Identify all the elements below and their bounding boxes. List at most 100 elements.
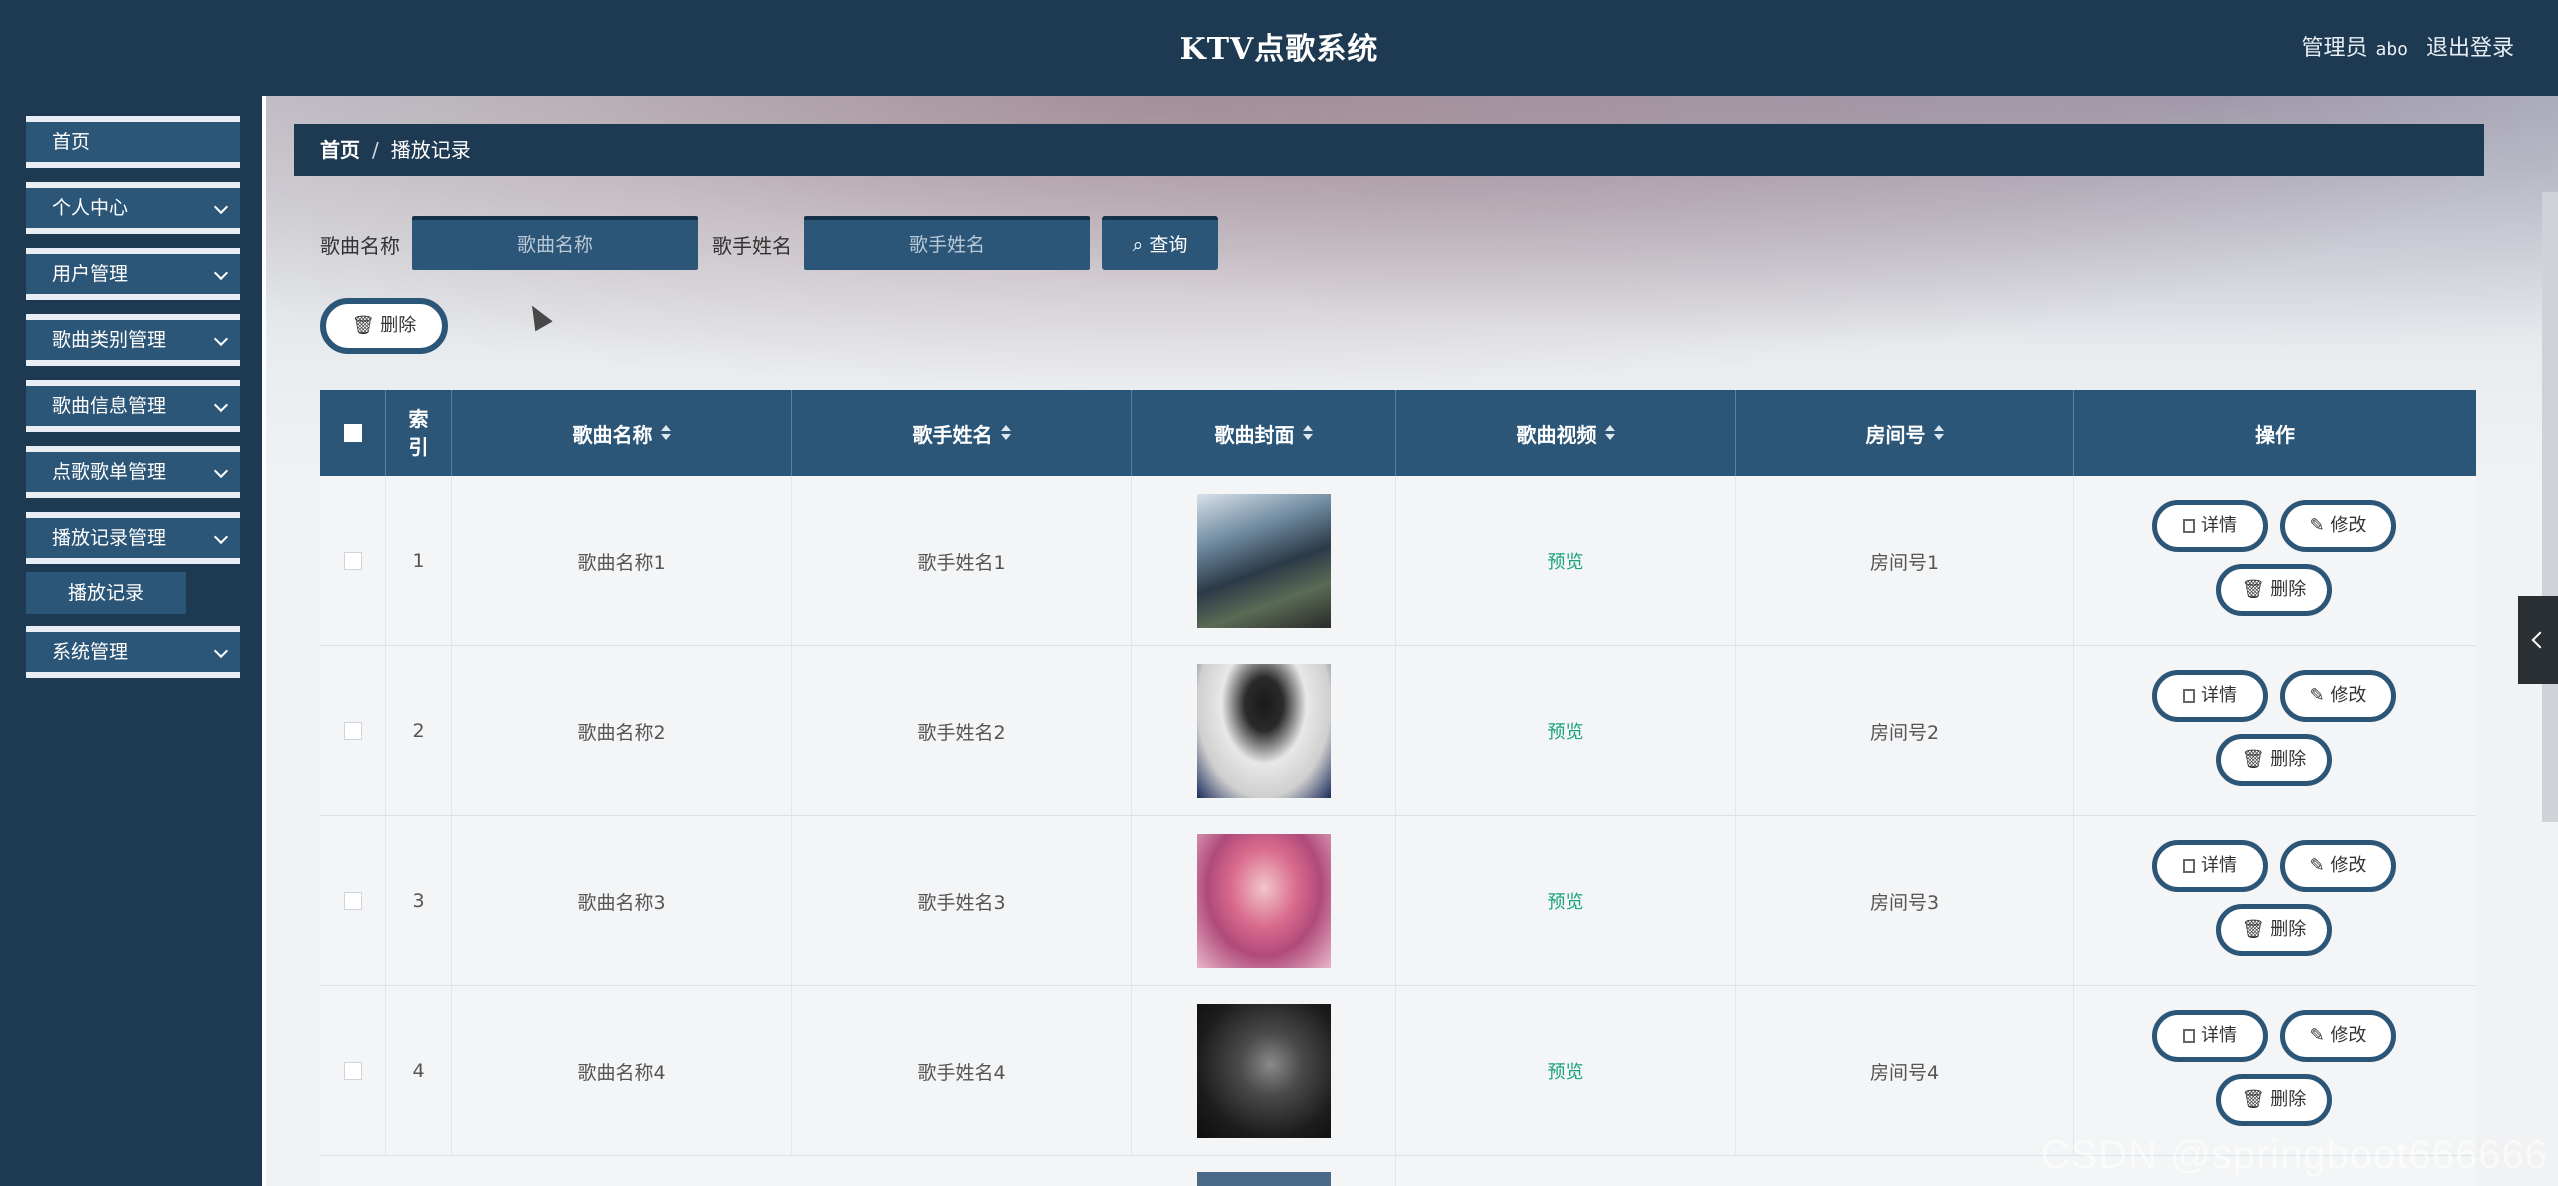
chevron-down-icon [213, 643, 229, 659]
bulk-delete-button[interactable]: 🗑 删除 [320, 298, 448, 354]
table-row: 3 歌曲名称3 歌手姓名3 预览 房间号3 详情 ✎ 修改 🗑 删除 [320, 816, 2476, 986]
main-content: 首页 / 播放记录 歌曲名称 歌曲名称 歌手姓名 歌手姓名 ⌕ 查询 🗑 删除 索引… [262, 96, 2558, 1186]
detail-button[interactable]: 详情 [2152, 670, 2268, 722]
chevron-down-icon [213, 397, 229, 413]
row-index: 3 [386, 816, 452, 986]
header-song[interactable]: 歌曲名称 [452, 390, 792, 476]
sidebar-item-label: 点歌歌单管理 [52, 461, 167, 483]
delete-button[interactable]: 🗑 删除 [2216, 564, 2332, 616]
sidebar-item-play-records[interactable]: 播放记录管理 [26, 512, 240, 564]
video-preview-link[interactable]: 预览 [1548, 718, 1584, 744]
chevron-down-icon [213, 265, 229, 281]
document-icon [2183, 1029, 2195, 1043]
row-index: 4 [386, 986, 452, 1156]
header-singer[interactable]: 歌手姓名 [792, 390, 1132, 476]
header-room[interactable]: 房间号 [1736, 390, 2074, 476]
delete-button[interactable]: 🗑 删除 [2216, 734, 2332, 786]
row-index: 1 [386, 476, 452, 646]
detail-button[interactable]: 详情 [2152, 840, 2268, 892]
detail-label: 详情 [2201, 515, 2237, 536]
row-room: 房间号3 [1736, 816, 2074, 986]
sidebar-item-personal-center[interactable]: 个人中心 [26, 182, 240, 234]
row-singer: 歌手姓名2 [792, 646, 1132, 816]
search-icon: ⌕ [1132, 234, 1150, 256]
video-preview-link[interactable]: 预览 [1548, 548, 1584, 574]
row-singer: 歌手姓名4 [792, 986, 1132, 1156]
row-checkbox[interactable] [343, 552, 362, 570]
query-label: 查询 [1149, 234, 1188, 256]
sidebar-item-label: 个人中心 [52, 197, 129, 219]
edit-button[interactable]: ✎ 修改 [2280, 500, 2396, 552]
trash-icon: 🗑 [2241, 579, 2271, 600]
select-all-checkbox[interactable] [343, 424, 362, 442]
edit-button[interactable]: ✎ 修改 [2280, 1010, 2396, 1062]
select-all-cell [320, 390, 386, 476]
video-preview-link[interactable]: 预览 [1548, 888, 1584, 914]
row-room: 房间号4 [1736, 986, 2074, 1156]
breadcrumb-current: 播放记录 [390, 138, 471, 162]
sidebar-item-song-order[interactable]: 点歌歌单管理 [26, 446, 240, 498]
delete-label: 删除 [2270, 919, 2307, 940]
scrollbar[interactable] [2542, 192, 2558, 822]
header-index: 索引 [386, 390, 452, 476]
logout-link[interactable]: 退出登录 [2426, 30, 2514, 62]
username: abo [2375, 39, 2408, 60]
sidebar-item-label: 系统管理 [52, 641, 129, 663]
sidebar-item-song-category[interactable]: 歌曲类别管理 [26, 314, 240, 366]
sidebar: 首页 个人中心 用户管理 歌曲类别管理 歌曲信息管理 点歌歌单管理 播放记录管理… [0, 96, 262, 1186]
detail-button[interactable]: 详情 [2152, 500, 2268, 552]
pencil-icon: ✎ [2309, 685, 2331, 706]
user-info: 管理员 abo [2301, 30, 2408, 62]
document-icon [2183, 859, 2195, 873]
row-checkbox[interactable] [343, 722, 362, 740]
sidebar-item-home[interactable]: 首页 [26, 116, 240, 168]
delete-label: 删除 [2270, 579, 2307, 600]
header-video[interactable]: 歌曲视频 [1396, 390, 1736, 476]
header-singer-label: 歌手姓名 [912, 422, 993, 447]
song-cover-image [1196, 1172, 1331, 1186]
trash-icon: 🗑 [2241, 919, 2271, 940]
song-name-input[interactable]: 歌曲名称 [412, 216, 698, 270]
table-row: 2 歌曲名称2 歌手姓名2 预览 房间号2 详情 ✎ 修改 🗑 删除 [320, 646, 2476, 816]
row-checkbox[interactable] [343, 892, 362, 910]
header-cover-label: 歌曲封面 [1214, 422, 1295, 447]
video-preview-link[interactable]: 预览 [1548, 1058, 1584, 1084]
delete-button[interactable]: 🗑 删除 [2216, 904, 2332, 956]
sidebar-item-user-management[interactable]: 用户管理 [26, 248, 240, 300]
song-cover-image [1196, 1004, 1331, 1138]
edit-button[interactable]: ✎ 修改 [2280, 670, 2396, 722]
sidebar-item-song-info[interactable]: 歌曲信息管理 [26, 380, 240, 432]
header-cover[interactable]: 歌曲封面 [1132, 390, 1396, 476]
mouse-cursor-icon [523, 300, 553, 332]
app-title: KTV点歌系统 [1179, 32, 1379, 67]
song-cover-image [1196, 664, 1331, 798]
query-button[interactable]: ⌕ 查询 [1102, 216, 1218, 270]
sort-icon [1000, 425, 1011, 441]
detail-button[interactable]: 详情 [2152, 1010, 2268, 1062]
edit-label: 修改 [2330, 855, 2367, 876]
detail-label: 详情 [2201, 685, 2237, 706]
row-index: 2 [386, 646, 452, 816]
delete-button[interactable]: 🗑 删除 [2216, 1074, 2332, 1126]
chevron-down-icon [213, 331, 229, 347]
singer-name-input[interactable]: 歌手姓名 [804, 216, 1090, 270]
sidebar-subitem-play-record[interactable]: 播放记录 [26, 572, 186, 614]
header-video-label: 歌曲视频 [1516, 422, 1597, 447]
chevron-down-icon [213, 463, 229, 479]
sidebar-item-label: 首页 [52, 131, 91, 153]
role-label: 管理员 [2301, 36, 2368, 61]
collapse-panel-button[interactable] [2518, 596, 2558, 684]
breadcrumb-home[interactable]: 首页 [320, 138, 360, 162]
top-header: KTV点歌系统 管理员 abo 退出登录 [0, 0, 2558, 96]
delete-label: 删除 [2270, 1089, 2307, 1110]
pencil-icon: ✎ [2309, 515, 2331, 536]
sort-icon [660, 425, 671, 441]
header-room-label: 房间号 [1865, 422, 1926, 447]
sidebar-item-system[interactable]: 系统管理 [26, 626, 240, 678]
edit-button[interactable]: ✎ 修改 [2280, 840, 2396, 892]
chevron-down-icon [213, 199, 229, 215]
trash-icon: 🗑 [2241, 749, 2271, 770]
row-checkbox[interactable] [343, 1062, 362, 1080]
sidebar-item-label: 播放记录管理 [52, 527, 167, 549]
singer-name-label: 歌手姓名 [712, 234, 792, 258]
